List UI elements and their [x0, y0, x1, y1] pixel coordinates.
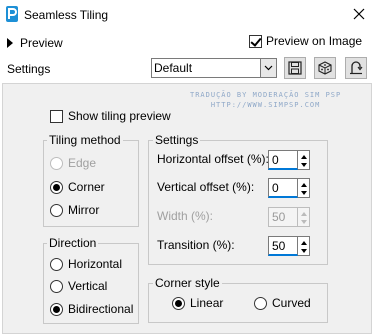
settings-group-title: Settings [153, 133, 201, 147]
horizontal-offset-label: Horizontal offset (%): [157, 152, 269, 166]
random-preset-button[interactable] [314, 57, 336, 79]
spin-arrows [298, 207, 310, 227]
corner-option-label: Curved [272, 296, 311, 310]
horizontal-offset-input[interactable]: 0 [268, 150, 298, 170]
direction-option-label: Bidirectional [68, 302, 134, 316]
window-title: Seamless Tiling [24, 8, 109, 22]
direction-title: Direction [47, 236, 99, 250]
expand-triangle-icon [7, 38, 13, 48]
preview-on-image-checkbox[interactable]: Preview on Image [249, 34, 362, 48]
preview-on-image-label: Preview on Image [266, 34, 363, 48]
preview-expander[interactable]: Preview [7, 35, 63, 51]
corner-style-title: Corner style [153, 276, 222, 290]
vertical-offset-label: Vertical offset (%): [157, 180, 255, 194]
direction-option-bidirectional[interactable]: Bidirectional [50, 302, 133, 316]
spin-arrows[interactable] [298, 178, 310, 198]
arrow-down-icon[interactable] [301, 249, 307, 253]
radio-selected-icon[interactable] [172, 296, 185, 310]
tiling-option-corner[interactable]: Corner [50, 180, 105, 194]
radio-selected-icon[interactable] [50, 180, 63, 194]
chevron-down-icon[interactable] [260, 59, 276, 77]
tiling-option-edge[interactable]: Edge [50, 156, 96, 170]
transition-spinner[interactable]: 50 [268, 236, 310, 256]
radio-icon[interactable] [50, 156, 63, 170]
tiling-option-mirror[interactable]: Mirror [50, 203, 99, 217]
transition-input[interactable]: 50 [268, 236, 298, 256]
checkbox-unchecked-icon[interactable] [50, 109, 63, 123]
app-logo-icon [6, 6, 18, 22]
radio-icon[interactable] [50, 279, 63, 293]
horizontal-offset-spinner[interactable]: 0 [268, 150, 310, 170]
save-icon [288, 61, 302, 75]
spin-arrows[interactable] [298, 150, 310, 170]
arrow-up-icon[interactable] [301, 241, 307, 245]
tiling-option-label: Edge [68, 156, 97, 170]
arrow-up-icon [301, 212, 307, 216]
direction-option-label: Horizontal [68, 257, 123, 271]
watermark-line-2: HTTP://WWW.SIMPSP.COM [210, 101, 321, 109]
transition-label: Transition (%): [157, 238, 235, 252]
spin-arrows[interactable] [298, 236, 310, 256]
watermark-line-1: TRADUÇÃO BY MODERAÇÃO SIM PSP [190, 91, 342, 99]
radio-selected-icon[interactable] [50, 302, 63, 316]
radio-icon[interactable] [254, 296, 267, 310]
show-tiling-preview-checkbox[interactable]: Show tiling preview [50, 109, 171, 123]
width-spinner: 50 [268, 207, 310, 227]
arrow-down-icon[interactable] [301, 191, 307, 195]
arrow-up-icon[interactable] [301, 183, 307, 187]
corner-option-label: Linear [190, 296, 224, 310]
close-icon[interactable] [351, 6, 367, 22]
arrow-down-icon [301, 220, 307, 224]
corner-option-curved[interactable]: Curved [254, 296, 311, 310]
settings-label: Settings [7, 62, 51, 76]
direction-option-label: Vertical [68, 279, 108, 293]
direction-option-vertical[interactable]: Vertical [50, 279, 107, 293]
preview-label: Preview [20, 36, 63, 50]
tiling-method-title: Tiling method [47, 133, 123, 147]
preset-dropdown[interactable]: Default [151, 58, 277, 78]
radio-icon[interactable] [50, 203, 63, 217]
width-input: 50 [268, 207, 298, 227]
arrow-up-icon[interactable] [301, 155, 307, 159]
corner-option-linear[interactable]: Linear [172, 296, 223, 310]
reset-icon [350, 61, 363, 75]
tiling-option-label: Mirror [68, 203, 100, 217]
checkbox-checked-icon[interactable] [249, 34, 262, 48]
width-label: Width (%): [157, 209, 214, 223]
vertical-offset-spinner[interactable]: 0 [268, 178, 310, 198]
preset-value: Default [154, 61, 193, 75]
save-preset-button[interactable] [284, 57, 306, 79]
watermark: TRADUÇÃO BY MODERAÇÃO SIM PSP HTTP://WWW… [190, 90, 341, 110]
radio-icon[interactable] [50, 257, 63, 271]
direction-option-horizontal[interactable]: Horizontal [50, 257, 122, 271]
tiling-option-label: Corner [68, 180, 105, 194]
reset-preset-button[interactable] [345, 57, 367, 79]
arrow-down-icon[interactable] [301, 163, 307, 167]
vertical-offset-input[interactable]: 0 [268, 178, 298, 198]
show-tiling-preview-label: Show tiling preview [68, 109, 171, 123]
dice-icon [318, 61, 332, 75]
